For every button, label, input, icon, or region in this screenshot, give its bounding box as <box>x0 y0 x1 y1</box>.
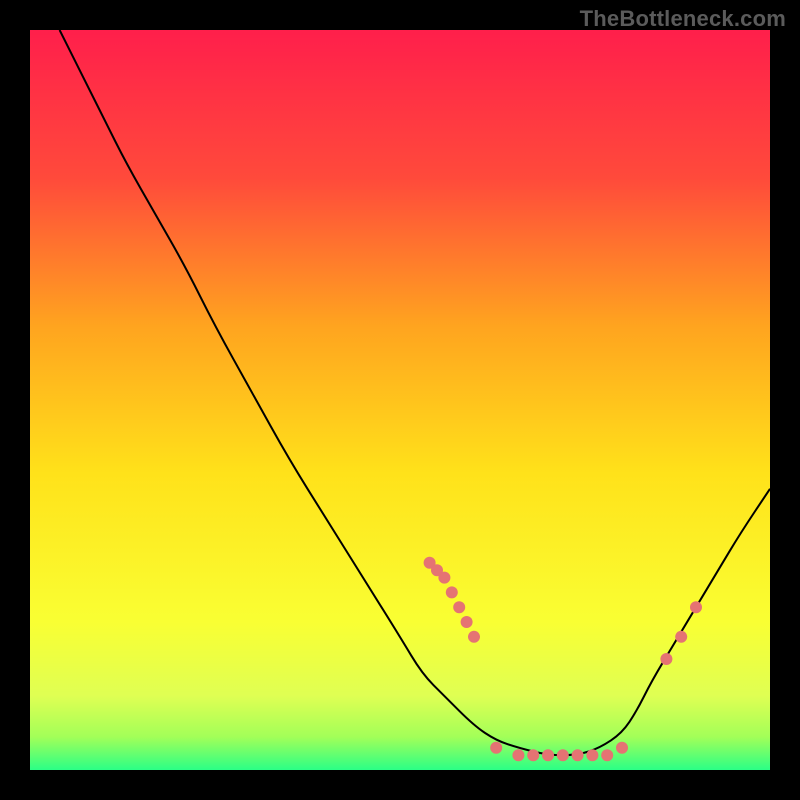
highlight-point <box>527 749 539 761</box>
highlight-point <box>557 749 569 761</box>
chart-frame: TheBottleneck.com <box>0 0 800 800</box>
highlight-point <box>542 749 554 761</box>
chart-canvas <box>30 30 770 770</box>
highlight-point <box>601 749 613 761</box>
watermark-text: TheBottleneck.com <box>580 6 786 32</box>
highlight-point <box>586 749 598 761</box>
highlight-point <box>572 749 584 761</box>
highlight-point <box>490 742 502 754</box>
plot-area <box>30 30 770 770</box>
highlight-point <box>446 586 458 598</box>
highlight-point <box>453 601 465 613</box>
highlight-point <box>512 749 524 761</box>
highlight-point <box>616 742 628 754</box>
highlight-point <box>468 631 480 643</box>
highlight-point <box>660 653 672 665</box>
gradient-background <box>30 30 770 770</box>
highlight-point <box>690 601 702 613</box>
highlight-point <box>675 631 687 643</box>
highlight-point <box>438 572 450 584</box>
highlight-point <box>461 616 473 628</box>
